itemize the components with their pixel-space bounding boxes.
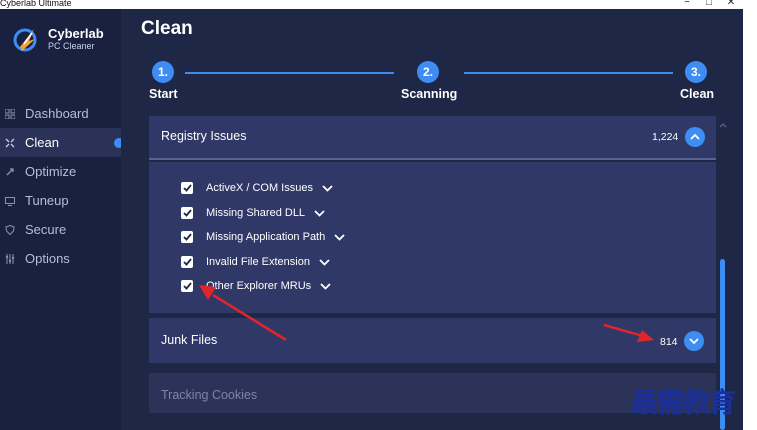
list-item: Missing Shared DLL bbox=[181, 205, 326, 221]
list-item: Invalid File Extension bbox=[181, 254, 331, 270]
step-1-label: Start bbox=[149, 87, 178, 101]
expand-junk-files-button[interactable] bbox=[684, 331, 704, 351]
item-label: Other Explorer MRUs bbox=[206, 280, 312, 292]
junk-files-count: 814 bbox=[660, 336, 678, 348]
checkmark-icon bbox=[182, 282, 192, 290]
cyberlab-logo-icon bbox=[12, 25, 40, 53]
chevron-up-icon bbox=[690, 134, 700, 140]
sidebar-item-dashboard[interactable]: Dashboard bbox=[0, 99, 121, 128]
checkmark-icon bbox=[182, 233, 192, 241]
sidebar-item-tuneup[interactable]: Tuneup bbox=[0, 186, 121, 215]
progress-stepper: 1. Start 2. Scanning 3. Clean bbox=[121, 9, 743, 109]
chevron-down-icon[interactable] bbox=[319, 257, 331, 267]
step-2-circle: 2. bbox=[417, 61, 439, 83]
chevron-down-icon bbox=[689, 338, 699, 344]
item-label: Missing Application Path bbox=[206, 231, 326, 243]
junk-files-label: Junk Files bbox=[161, 333, 218, 347]
minimize-button[interactable]: − bbox=[680, 0, 694, 8]
title-bar: Cyberlab Ultimate − □ ✕ bbox=[0, 0, 743, 9]
tuneup-icon bbox=[4, 195, 16, 207]
item-checkbox[interactable] bbox=[181, 231, 193, 243]
sidebar-item-label: Tuneup bbox=[25, 193, 69, 208]
sidebar-item-clean[interactable]: Clean bbox=[0, 128, 124, 157]
item-checkbox[interactable] bbox=[181, 207, 193, 219]
item-checkbox[interactable] bbox=[181, 182, 193, 194]
sidebar: Cyberlab PC Cleaner Dashboard Clean Opti… bbox=[0, 9, 124, 430]
dashboard-icon bbox=[4, 108, 16, 120]
chevron-down-icon[interactable] bbox=[334, 232, 346, 242]
step-3-circle: 3. bbox=[685, 61, 707, 83]
item-checkbox[interactable] bbox=[181, 280, 193, 292]
step-3-label: Clean bbox=[680, 87, 715, 101]
clean-icon bbox=[4, 137, 16, 149]
sidebar-item-label: Dashboard bbox=[25, 106, 89, 121]
junk-files-header[interactable]: Junk Files 814 bbox=[149, 318, 716, 363]
list-item: ActiveX / COM Issues bbox=[181, 180, 334, 196]
checkmark-icon bbox=[182, 184, 192, 192]
chevron-down-icon[interactable] bbox=[322, 183, 334, 193]
main-content: Clean 1. Start 2. Scanning 3. Clean Regi… bbox=[121, 9, 743, 430]
sidebar-item-label: Options bbox=[25, 251, 70, 266]
registry-issues-label: Registry Issues bbox=[161, 129, 247, 143]
app-window: Cyberlab Ultimate − □ ✕ Cyberlab PC Clea… bbox=[0, 0, 743, 430]
logo-name: Cyberlab bbox=[48, 26, 104, 41]
registry-issues-list: ActiveX / COM Issues Missing Shared DLL … bbox=[149, 162, 716, 313]
sidebar-item-optimize[interactable]: Optimize bbox=[0, 157, 121, 186]
close-button[interactable]: ✕ bbox=[724, 0, 738, 8]
item-label: Missing Shared DLL bbox=[206, 207, 306, 219]
sidebar-item-label: Secure bbox=[25, 222, 67, 237]
rocket-icon bbox=[4, 166, 16, 178]
app-logo: Cyberlab PC Cleaner bbox=[12, 25, 104, 53]
tracking-cookies-label: Tracking Cookies bbox=[161, 388, 258, 402]
sidebar-item-secure[interactable]: Secure bbox=[0, 215, 121, 244]
step-1-circle: 1. bbox=[152, 61, 174, 83]
scroll-up-icon[interactable] bbox=[718, 116, 728, 128]
checkmark-icon bbox=[182, 258, 192, 266]
step-1-connector bbox=[185, 72, 394, 74]
list-item: Other Explorer MRUs bbox=[181, 278, 332, 294]
watermark: 最需教育 bbox=[631, 388, 736, 419]
list-item: Missing Application Path bbox=[181, 229, 346, 245]
sliders-icon bbox=[4, 253, 16, 265]
item-label: Invalid File Extension bbox=[206, 256, 310, 268]
window-title: Cyberlab Ultimate bbox=[0, 0, 72, 8]
chevron-down-icon[interactable] bbox=[320, 281, 332, 291]
checkmark-icon bbox=[182, 209, 192, 217]
item-checkbox[interactable] bbox=[181, 256, 193, 268]
sidebar-item-options[interactable]: Options bbox=[0, 244, 121, 273]
sidebar-item-label: Clean bbox=[25, 135, 59, 150]
registry-issues-count: 1,224 bbox=[652, 131, 679, 143]
collapse-registry-button[interactable] bbox=[685, 127, 705, 147]
step-2-connector bbox=[464, 72, 673, 74]
maximize-button[interactable]: □ bbox=[702, 0, 716, 8]
sidebar-item-label: Optimize bbox=[25, 164, 77, 179]
chevron-down-icon[interactable] bbox=[314, 208, 326, 218]
shield-icon bbox=[4, 224, 16, 236]
item-label: ActiveX / COM Issues bbox=[206, 182, 313, 194]
step-2-label: Scanning bbox=[401, 87, 458, 101]
logo-subtitle: PC Cleaner bbox=[48, 41, 95, 51]
sidebar-nav: Dashboard Clean Optimize Tuneup Secure O… bbox=[0, 99, 124, 273]
registry-issues-header[interactable]: Registry Issues 1,224 bbox=[149, 116, 716, 160]
